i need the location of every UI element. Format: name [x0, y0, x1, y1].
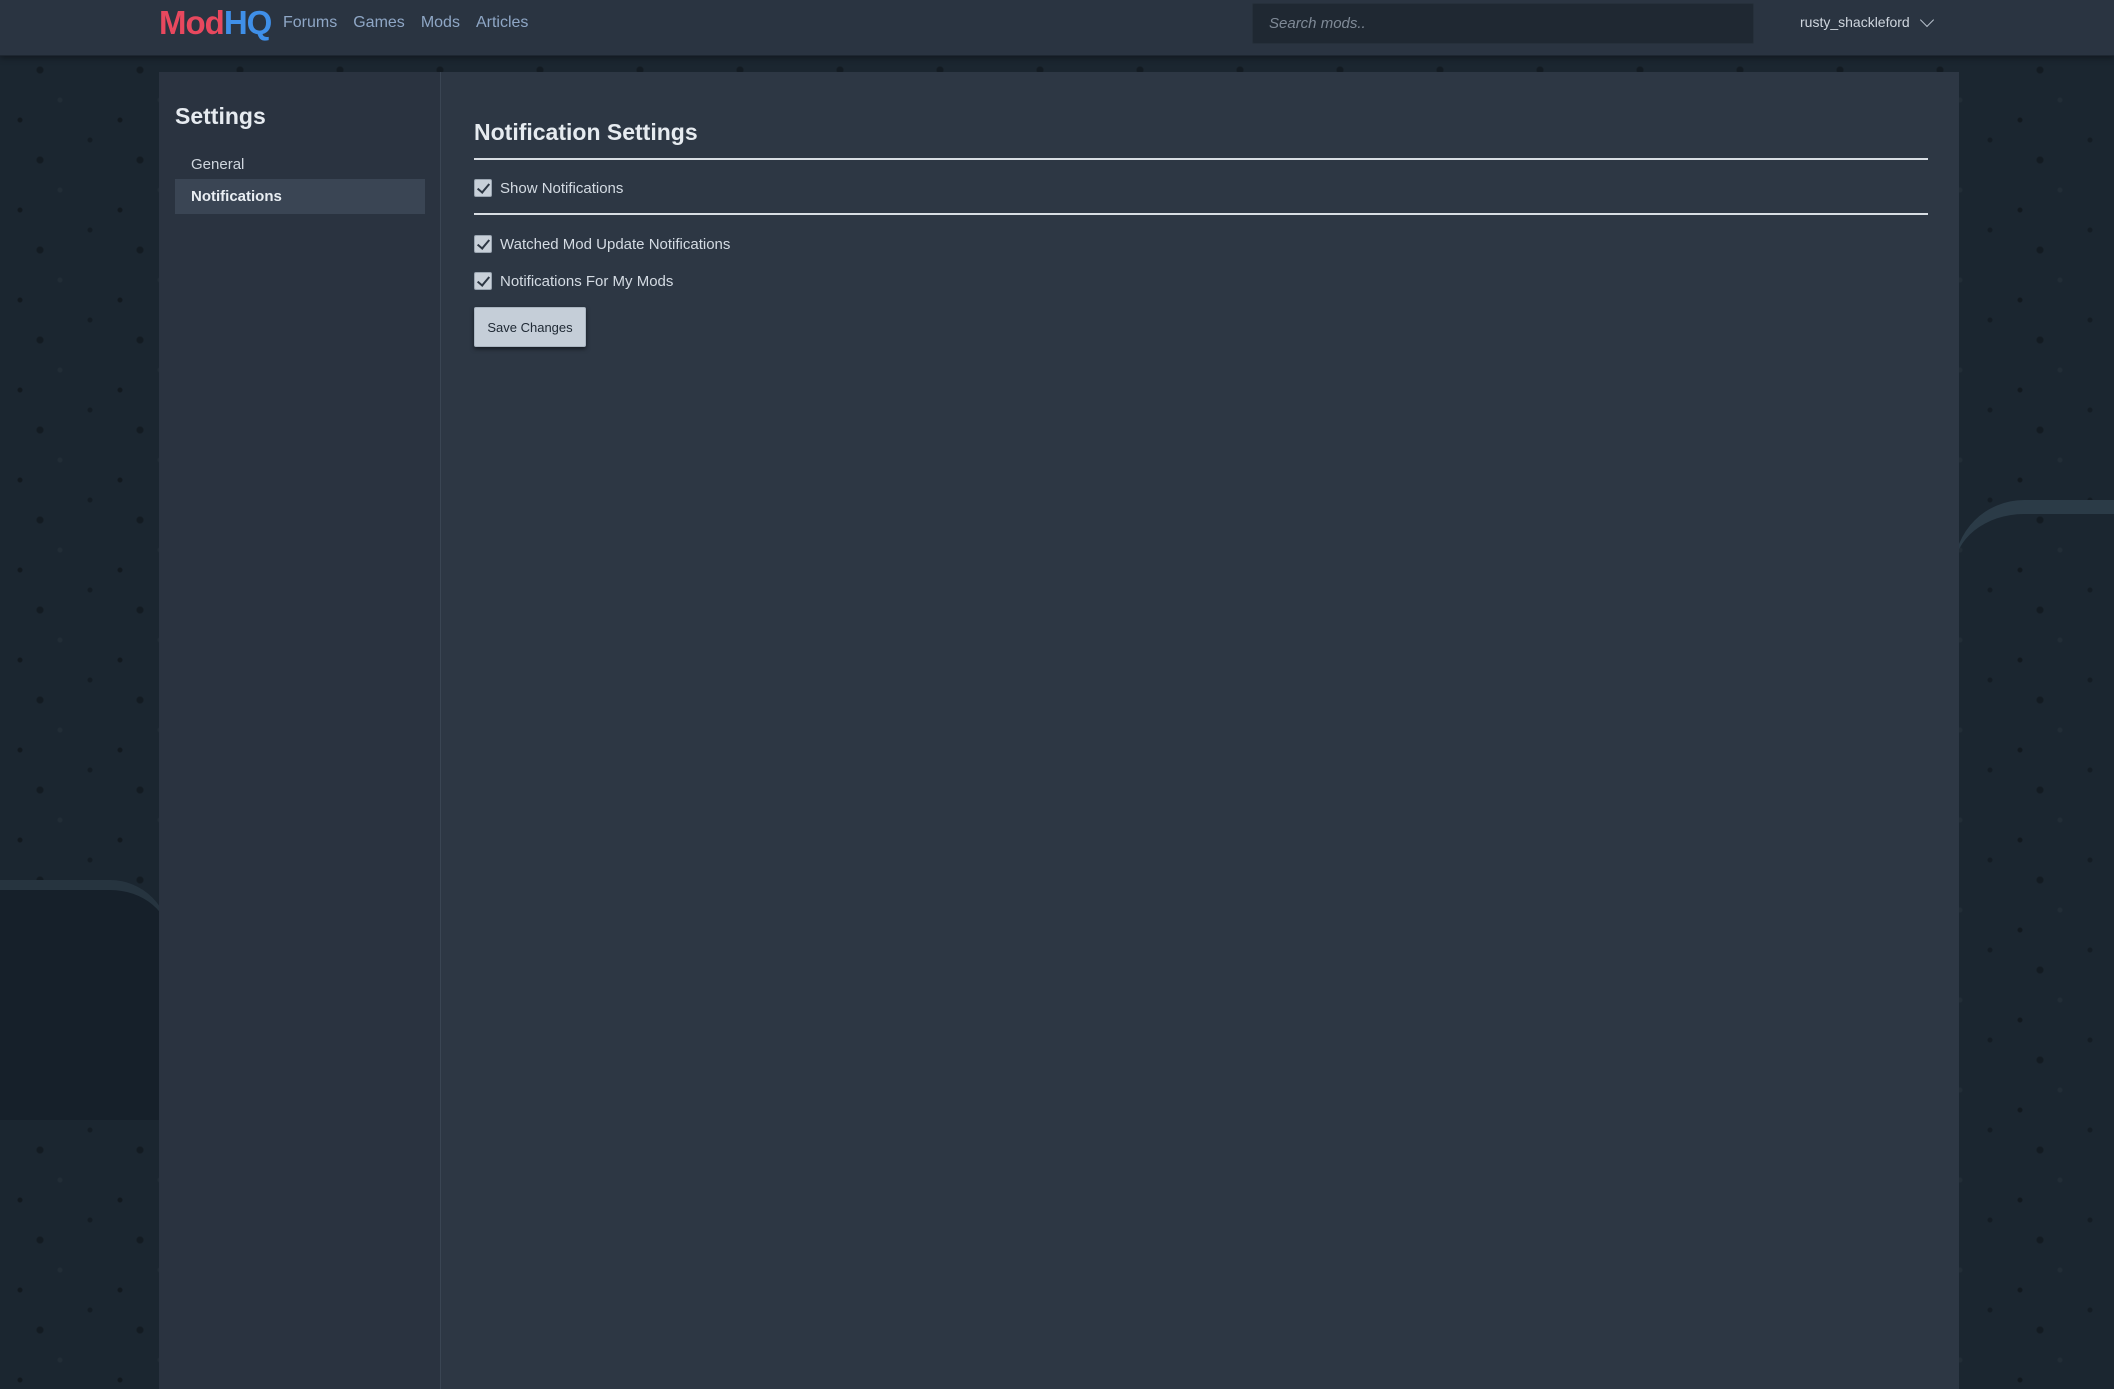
top-navbar: ModHQ Forums Games Mods Articles rusty_s… [0, 0, 2114, 56]
checkbox-label: Watched Mod Update Notifications [500, 235, 731, 253]
page-title: Notification Settings [474, 119, 698, 145]
logo-hq: HQ [223, 4, 272, 41]
sidebar-title: Settings [175, 103, 266, 129]
sidebar-item-notifications[interactable]: Notifications [175, 179, 425, 214]
divider [474, 213, 1928, 215]
search-input[interactable] [1252, 3, 1754, 44]
nav-forums[interactable]: Forums [283, 14, 337, 32]
checkbox-icon[interactable] [474, 272, 492, 290]
checkbox-icon[interactable] [474, 179, 492, 197]
watched-mod-update-checkbox[interactable]: Watched Mod Update Notifications [474, 235, 730, 253]
divider [474, 158, 1928, 160]
show-notifications-checkbox[interactable]: Show Notifications [474, 179, 623, 197]
nav-games[interactable]: Games [353, 14, 405, 32]
checkbox-icon[interactable] [474, 235, 492, 253]
username: rusty_shackleford [1800, 14, 1910, 30]
settings-panel: Settings General Notifications Notificat… [159, 72, 1959, 1389]
background-river [0, 880, 170, 1120]
nav-mods[interactable]: Mods [421, 14, 460, 32]
site-logo[interactable]: ModHQ [159, 4, 272, 42]
sidebar-item-general[interactable]: General [175, 147, 425, 182]
save-changes-button[interactable]: Save Changes [474, 307, 586, 347]
logo-mod: Mod [159, 4, 225, 41]
chevron-down-icon [1919, 12, 1934, 27]
nav-articles[interactable]: Articles [476, 14, 528, 32]
settings-sidebar: Settings General Notifications [159, 72, 441, 1389]
checkbox-label: Notifications For My Mods [500, 272, 674, 290]
checkbox-label: Show Notifications [500, 179, 624, 197]
main-nav: Forums Games Mods Articles [283, 14, 528, 32]
user-menu[interactable]: rusty_shackleford [1800, 12, 1934, 30]
my-mods-notifications-checkbox[interactable]: Notifications For My Mods [474, 272, 673, 290]
